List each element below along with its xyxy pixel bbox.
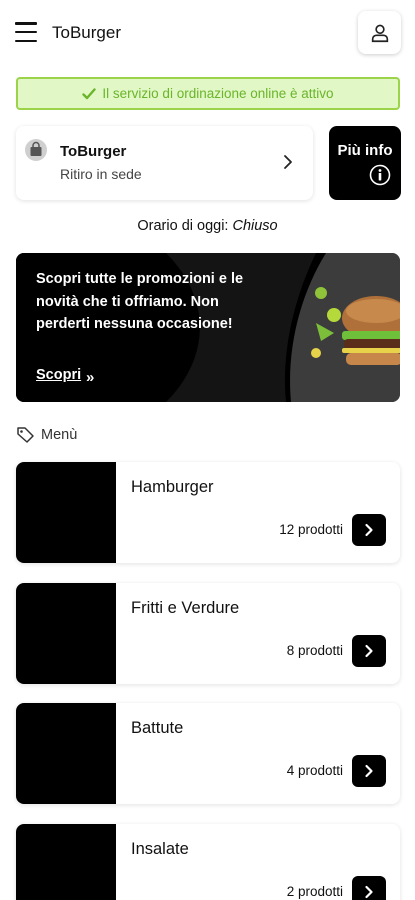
category-image <box>16 462 116 563</box>
tag-icon <box>17 427 34 443</box>
promo-discover-link[interactable]: Scopri <box>36 367 81 383</box>
category-product-count: 4 prodotti <box>286 763 343 778</box>
menu-icon[interactable] <box>15 22 37 42</box>
category-title: Insalate <box>131 840 189 858</box>
open-category-button[interactable] <box>352 514 386 546</box>
category-card[interactable]: Hamburger 12 prodotti <box>16 462 400 563</box>
double-chevron-right-icon: » <box>86 369 95 386</box>
category-product-count: 8 prodotti <box>286 643 343 658</box>
status-message: Il servizio di ordinazione online è atti… <box>102 86 334 101</box>
category-card[interactable]: Fritti e Verdure 8 prodotti <box>16 583 400 684</box>
category-image <box>16 703 116 804</box>
category-image <box>16 824 116 900</box>
category-title: Battute <box>131 719 184 737</box>
category-card[interactable]: Battute 4 prodotti <box>16 703 400 804</box>
shopping-bag-icon <box>25 139 47 161</box>
chevron-right-icon <box>365 764 373 778</box>
category-image <box>16 583 116 684</box>
promo-text: Scopri tutte le promozioni e le novità c… <box>36 271 244 332</box>
app-title: ToBurger <box>52 23 121 42</box>
store-selector-card[interactable]: ToBurger Ritiro in sede <box>16 126 313 200</box>
app-header: ToBurger <box>0 0 415 66</box>
open-category-button[interactable] <box>352 876 386 900</box>
menu-section-header: Menù <box>16 425 77 445</box>
check-icon <box>82 87 97 99</box>
category-product-count: 2 prodotti <box>286 884 343 899</box>
open-category-button[interactable] <box>352 755 386 787</box>
account-button[interactable] <box>358 11 401 54</box>
order-mode: Ritiro in sede <box>60 166 142 182</box>
hours-label: Orario di oggi: <box>137 218 229 234</box>
chevron-right-icon <box>365 885 373 899</box>
category-product-count: 12 prodotti <box>279 522 343 537</box>
category-title: Hamburger <box>131 478 214 496</box>
chevron-right-icon <box>284 155 292 169</box>
store-name: ToBurger <box>60 143 127 160</box>
category-card[interactable]: Insalate 2 prodotti <box>16 824 400 900</box>
menu-section-label: Menù <box>41 427 78 443</box>
chevron-right-icon <box>365 644 373 658</box>
more-info-button[interactable]: Più info <box>329 126 401 200</box>
opening-hours: Orario di oggi: Chiuso <box>0 218 415 234</box>
category-title: Fritti e Verdure <box>131 599 240 617</box>
more-info-label: Più info <box>337 142 393 159</box>
user-icon <box>371 24 388 42</box>
info-icon <box>369 164 391 186</box>
promo-banner[interactable]: Scopri tutte le promozioni e le novità c… <box>16 253 400 402</box>
chevron-right-icon <box>365 523 373 537</box>
ordering-status-banner: Il servizio di ordinazione online è atti… <box>16 77 400 110</box>
hours-value: Chiuso <box>232 218 278 234</box>
open-category-button[interactable] <box>352 635 386 667</box>
